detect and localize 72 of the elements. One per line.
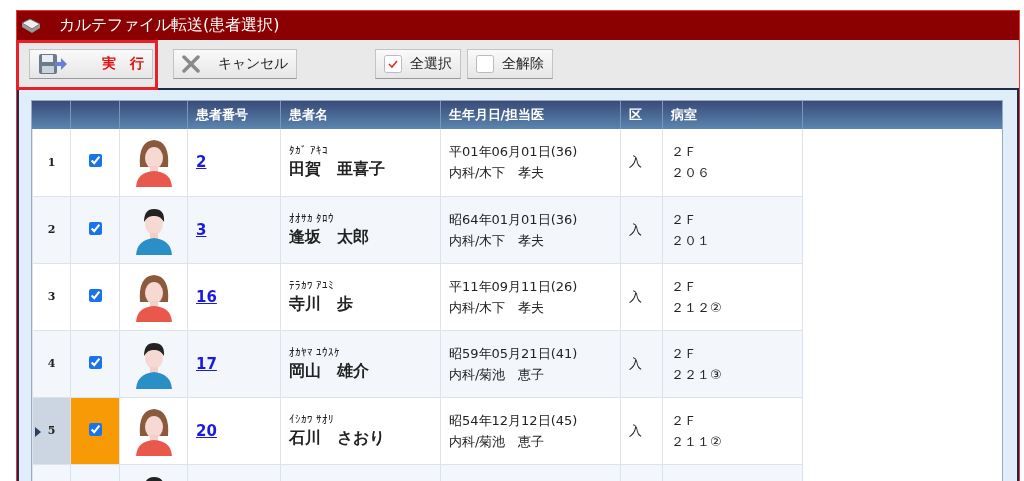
window-title: カルテファイル転送(患者選択)	[59, 15, 280, 36]
row-pointer-icon	[35, 426, 41, 437]
column-header[interactable]: 病室	[662, 101, 802, 129]
ward-type: 入	[629, 288, 642, 304]
row-checkbox[interactable]	[88, 221, 102, 235]
floor: ２Ｆ	[671, 344, 698, 363]
patient-kana: ﾀｶﾞ ｱｷｺ	[289, 144, 330, 158]
row-number: 4	[47, 357, 56, 370]
patient-name: 田賀 亜喜子	[289, 159, 386, 181]
patient-name: 岡山 雄介	[289, 360, 370, 382]
patient-number-link[interactable]: 16	[196, 287, 217, 306]
patient-kana: ｵｶﾔﾏ ﾕｳｽｹ	[289, 345, 342, 359]
ward-type: 入	[629, 154, 642, 170]
row-header-cell[interactable]: 2	[32, 196, 71, 263]
patient-number-link[interactable]: 17	[196, 354, 217, 373]
row-number: 1	[47, 155, 56, 169]
column-header[interactable]: 患者番号	[187, 101, 280, 129]
book-icon	[21, 17, 41, 34]
row-checkbox[interactable]	[88, 288, 102, 302]
column-header[interactable]: 生年月日/担当医	[440, 101, 620, 129]
row-number: 3	[47, 290, 56, 303]
room-number: ２０６	[671, 164, 711, 183]
room-number: ２０１	[671, 231, 711, 250]
row-number: 2	[47, 223, 56, 236]
patient-number-link[interactable]: 3	[196, 220, 207, 239]
floor: ２Ｆ	[671, 411, 698, 430]
patient-kana: ﾃﾗｶﾜ ｱﾕﾐ	[289, 278, 336, 292]
room-number: ２１１②	[671, 432, 723, 451]
doctor-name: 内科/木下 孝夫	[449, 164, 546, 183]
row-header-cell[interactable]: 3	[32, 263, 71, 330]
column-header[interactable]: 区	[620, 101, 662, 129]
toolbar-button[interactable]: 実 行	[29, 49, 153, 79]
birth-date: 昭59年05月21日(41)	[449, 344, 579, 363]
birth-date: 平01年06月01日(36)	[449, 143, 579, 162]
ward-type: 入	[629, 355, 642, 371]
doctor-name: 内科/木下 孝夫	[449, 298, 546, 317]
floor: ２Ｆ	[671, 277, 698, 296]
patient-number-link[interactable]: 2	[196, 153, 207, 172]
floor: ２Ｆ	[671, 210, 698, 229]
room-number: ２１２②	[671, 298, 723, 317]
patient-name: 逢坂 太郎	[289, 226, 370, 248]
toolbar-button[interactable]: 全解除	[467, 49, 553, 79]
floppy-disk-icon	[38, 53, 68, 75]
checkbox-checked-icon	[384, 55, 402, 73]
row-checkbox[interactable]	[88, 154, 102, 168]
patient-number-link[interactable]: 20	[196, 421, 217, 440]
row-header-cell[interactable]: 4	[32, 330, 71, 397]
patient-name: 寺川 歩	[289, 293, 354, 315]
column-header[interactable]: 患者名	[280, 101, 440, 129]
birth-date: 平11年09月11日(26)	[449, 277, 579, 296]
ward-type: 入	[629, 422, 642, 438]
patient-kana: ｲｼｶﾜ ｻｵﾘ	[289, 412, 336, 426]
toolbar-button[interactable]: キャンセル	[173, 49, 297, 79]
doctor-name: 内科/菊池 恵子	[449, 432, 546, 451]
toolbar-button[interactable]: 全選択	[375, 49, 461, 79]
room-number: ２２１③	[671, 365, 723, 384]
row-checkbox[interactable]	[88, 355, 102, 369]
doctor-name: 内科/木下 孝夫	[449, 231, 546, 250]
doctor-name: 内科/菊池 恵子	[449, 365, 546, 384]
person-icon	[133, 137, 174, 188]
floor: ２Ｆ	[671, 143, 698, 162]
row-header-cell[interactable]: 5	[32, 397, 71, 464]
birth-date: 昭54年12月12日(45)	[449, 411, 579, 430]
close-icon	[182, 55, 200, 73]
row-header-cell[interactable]: 1	[32, 129, 71, 196]
patient-kana: ｵｵｻｶ ﾀﾛｳ	[289, 211, 336, 225]
row-number: 5	[47, 424, 56, 437]
row-checkbox[interactable]	[88, 422, 102, 436]
patient-name: 石川 さおり	[289, 427, 386, 449]
ward-type: 入	[629, 221, 642, 237]
checkbox-empty-icon	[476, 55, 494, 73]
birth-date: 昭64年01月01日(36)	[449, 210, 579, 229]
